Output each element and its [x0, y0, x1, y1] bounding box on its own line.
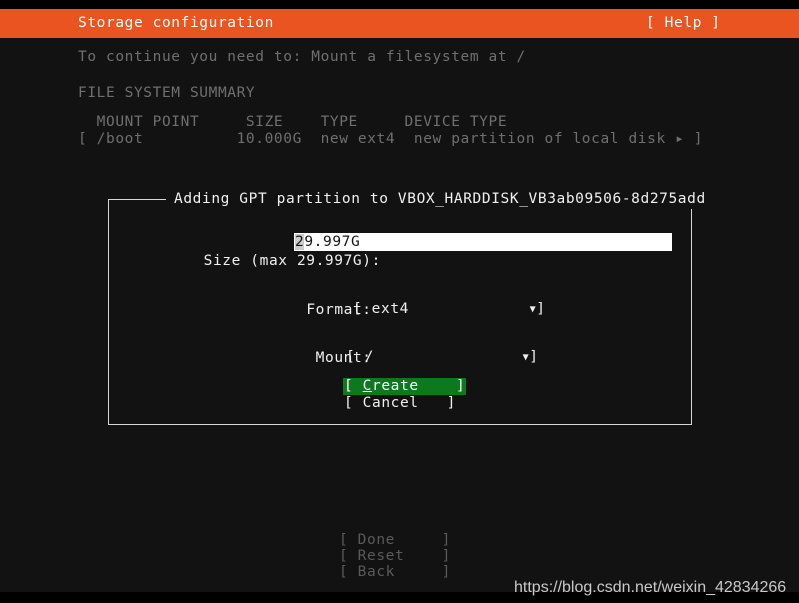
cancel-button[interactable]: [ Cancel ]	[343, 395, 457, 412]
watermark-text: https://blog.csdn.net/weixin_42834266	[514, 578, 786, 598]
dialog-title: Adding GPT partition to VBOX_HARDDISK_VB…	[166, 190, 714, 209]
instruction-text: To continue you need to: Mount a filesys…	[78, 48, 526, 67]
create-prefix: [	[344, 378, 363, 394]
create-suffix: ]	[419, 378, 466, 394]
file-system-summary-heading: FILE SYSTEM SUMMARY	[78, 84, 255, 103]
size-input[interactable]	[294, 233, 672, 251]
mount-selected-value: /	[365, 348, 523, 367]
mount-open-bracket: [	[346, 349, 365, 365]
format-open-bracket: [	[353, 301, 372, 317]
create-accelerator: C	[363, 378, 372, 394]
reset-button[interactable]: [ Reset ]	[339, 548, 451, 564]
format-close-bracket: ]	[536, 301, 545, 317]
format-selected-value: ext4	[372, 300, 530, 319]
back-button[interactable]: [ Back ]	[339, 564, 451, 580]
table-row[interactable]: [ /boot 10.000G new ext4 new partition o…	[78, 130, 703, 149]
header-bar: Storage configuration [ Help ]	[0, 9, 799, 38]
page-title: Storage configuration	[78, 14, 274, 33]
done-button[interactable]: [ Done ]	[339, 532, 451, 548]
help-button[interactable]: [ Help ]	[646, 14, 721, 33]
size-label: Size (max 29.997G):	[204, 252, 372, 271]
terminal-screen: Storage configuration [ Help ] To contin…	[0, 0, 799, 603]
console-area: Storage configuration [ Help ] To contin…	[0, 9, 799, 592]
create-button[interactable]: [ Create ]	[343, 378, 466, 395]
create-label-rest: reate	[372, 378, 419, 394]
mount-close-bracket: ]	[529, 349, 538, 365]
